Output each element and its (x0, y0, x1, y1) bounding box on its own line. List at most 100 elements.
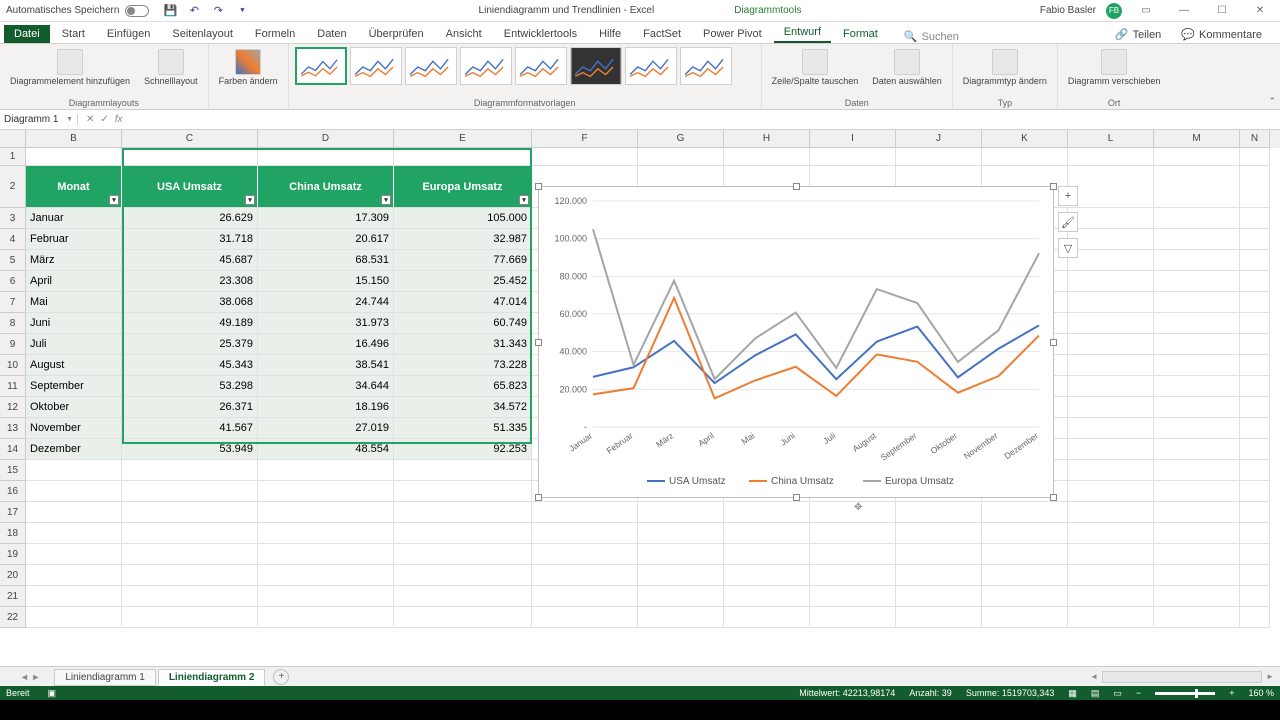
cell[interactable] (896, 565, 982, 586)
cell[interactable] (1154, 355, 1240, 376)
cell[interactable] (26, 607, 122, 628)
cell[interactable] (1154, 313, 1240, 334)
cell[interactable] (394, 565, 532, 586)
view-normal-icon[interactable]: ▦ (1068, 688, 1077, 699)
row-header[interactable]: 18 (0, 523, 26, 544)
row-header[interactable]: 14 (0, 439, 26, 460)
cell[interactable] (810, 544, 896, 565)
cancel-fx-icon[interactable]: ✕ (86, 114, 94, 125)
chart-object[interactable]: -20.00040.00060.00080.000100.000120.000J… (538, 186, 1054, 498)
tab-ansicht[interactable]: Ansicht (436, 25, 492, 43)
zoom-level[interactable]: 160 % (1248, 688, 1274, 698)
col-header[interactable]: D (258, 130, 394, 148)
cell[interactable] (394, 544, 532, 565)
fx-icon[interactable]: fx (115, 114, 123, 125)
cell[interactable]: 73.228 (394, 355, 532, 376)
col-header[interactable]: I (810, 130, 896, 148)
cell[interactable] (1240, 166, 1270, 208)
cell[interactable] (26, 544, 122, 565)
cell[interactable]: 77.669 (394, 250, 532, 271)
cell[interactable] (1154, 250, 1240, 271)
cell[interactable]: 92.253 (394, 439, 532, 460)
cell[interactable]: August (26, 355, 122, 376)
cell[interactable]: Juli (26, 334, 122, 355)
cell[interactable] (638, 607, 724, 628)
chart-style-thumb[interactable] (570, 47, 622, 85)
cell[interactable] (394, 607, 532, 628)
tab-daten[interactable]: Daten (307, 25, 356, 43)
row-header[interactable]: 13 (0, 418, 26, 439)
cell[interactable]: USA Umsatz▾ (122, 166, 258, 208)
cell[interactable]: 24.744 (258, 292, 394, 313)
filter-icon[interactable]: ▾ (245, 195, 255, 205)
col-header[interactable]: E (394, 130, 532, 148)
cell[interactable] (532, 502, 638, 523)
move-chart-button[interactable]: Diagramm verschieben (1064, 47, 1165, 89)
cell[interactable] (1068, 418, 1154, 439)
cell[interactable]: März (26, 250, 122, 271)
row-header[interactable]: 5 (0, 250, 26, 271)
cell[interactable] (1154, 586, 1240, 607)
row-header[interactable]: 16 (0, 481, 26, 502)
cell[interactable]: 48.554 (258, 439, 394, 460)
cell[interactable] (1240, 586, 1270, 607)
cell[interactable] (122, 607, 258, 628)
cell[interactable] (394, 148, 532, 166)
cell[interactable] (810, 502, 896, 523)
cell[interactable]: Monat▾ (26, 166, 122, 208)
cell[interactable] (896, 502, 982, 523)
row-header[interactable]: 19 (0, 544, 26, 565)
row-header[interactable]: 6 (0, 271, 26, 292)
cell[interactable] (26, 586, 122, 607)
cell[interactable]: Oktober (26, 397, 122, 418)
cell[interactable]: 31.343 (394, 334, 532, 355)
cell[interactable]: 26.371 (122, 397, 258, 418)
row-header[interactable]: 20 (0, 565, 26, 586)
cell[interactable]: 31.973 (258, 313, 394, 334)
cell[interactable] (1240, 334, 1270, 355)
cell[interactable]: 65.823 (394, 376, 532, 397)
cell[interactable] (1240, 565, 1270, 586)
chart-style-thumb[interactable] (350, 47, 402, 85)
sheet-nav[interactable]: ◄ ► (20, 672, 40, 682)
cell[interactable]: 27.019 (258, 418, 394, 439)
resize-handle[interactable] (1050, 494, 1057, 501)
maximize-icon[interactable]: ☐ (1208, 2, 1236, 20)
zoom-in-icon[interactable]: + (1229, 688, 1234, 698)
select-all-corner[interactable] (0, 130, 26, 148)
cell[interactable] (26, 460, 122, 481)
cell[interactable]: November (26, 418, 122, 439)
resize-handle[interactable] (535, 494, 542, 501)
row-header[interactable]: 4 (0, 229, 26, 250)
cell[interactable] (1068, 397, 1154, 418)
cell[interactable] (896, 544, 982, 565)
comments-button[interactable]: 💬 Kommentare (1175, 26, 1268, 43)
ribbon-options-icon[interactable]: ▭ (1132, 2, 1160, 20)
tab-formeln[interactable]: Formeln (245, 25, 305, 43)
resize-handle[interactable] (1050, 183, 1057, 190)
cell[interactable] (982, 148, 1068, 166)
cell[interactable]: Europa Umsatz▾ (394, 166, 532, 208)
cell[interactable] (810, 565, 896, 586)
undo-icon[interactable]: ↶ (187, 4, 201, 18)
cell[interactable] (258, 148, 394, 166)
cell[interactable]: 47.014 (394, 292, 532, 313)
col-header[interactable]: N (1240, 130, 1270, 148)
cell[interactable] (1068, 250, 1154, 271)
row-header[interactable]: 1 (0, 148, 26, 166)
cell[interactable] (1154, 523, 1240, 544)
filter-icon[interactable]: ▾ (519, 195, 529, 205)
cell[interactable] (1068, 460, 1154, 481)
cell[interactable] (26, 565, 122, 586)
cell[interactable] (1068, 313, 1154, 334)
cell[interactable] (122, 502, 258, 523)
cell[interactable] (26, 148, 122, 166)
filter-icon[interactable]: ▾ (109, 195, 119, 205)
cell[interactable] (1154, 229, 1240, 250)
cell[interactable] (122, 148, 258, 166)
cell[interactable]: 25.379 (122, 334, 258, 355)
chart-elements-button[interactable]: + (1058, 186, 1078, 206)
cell[interactable] (638, 544, 724, 565)
cell[interactable] (394, 523, 532, 544)
collapse-ribbon-icon[interactable]: ⌃ (1268, 96, 1276, 107)
